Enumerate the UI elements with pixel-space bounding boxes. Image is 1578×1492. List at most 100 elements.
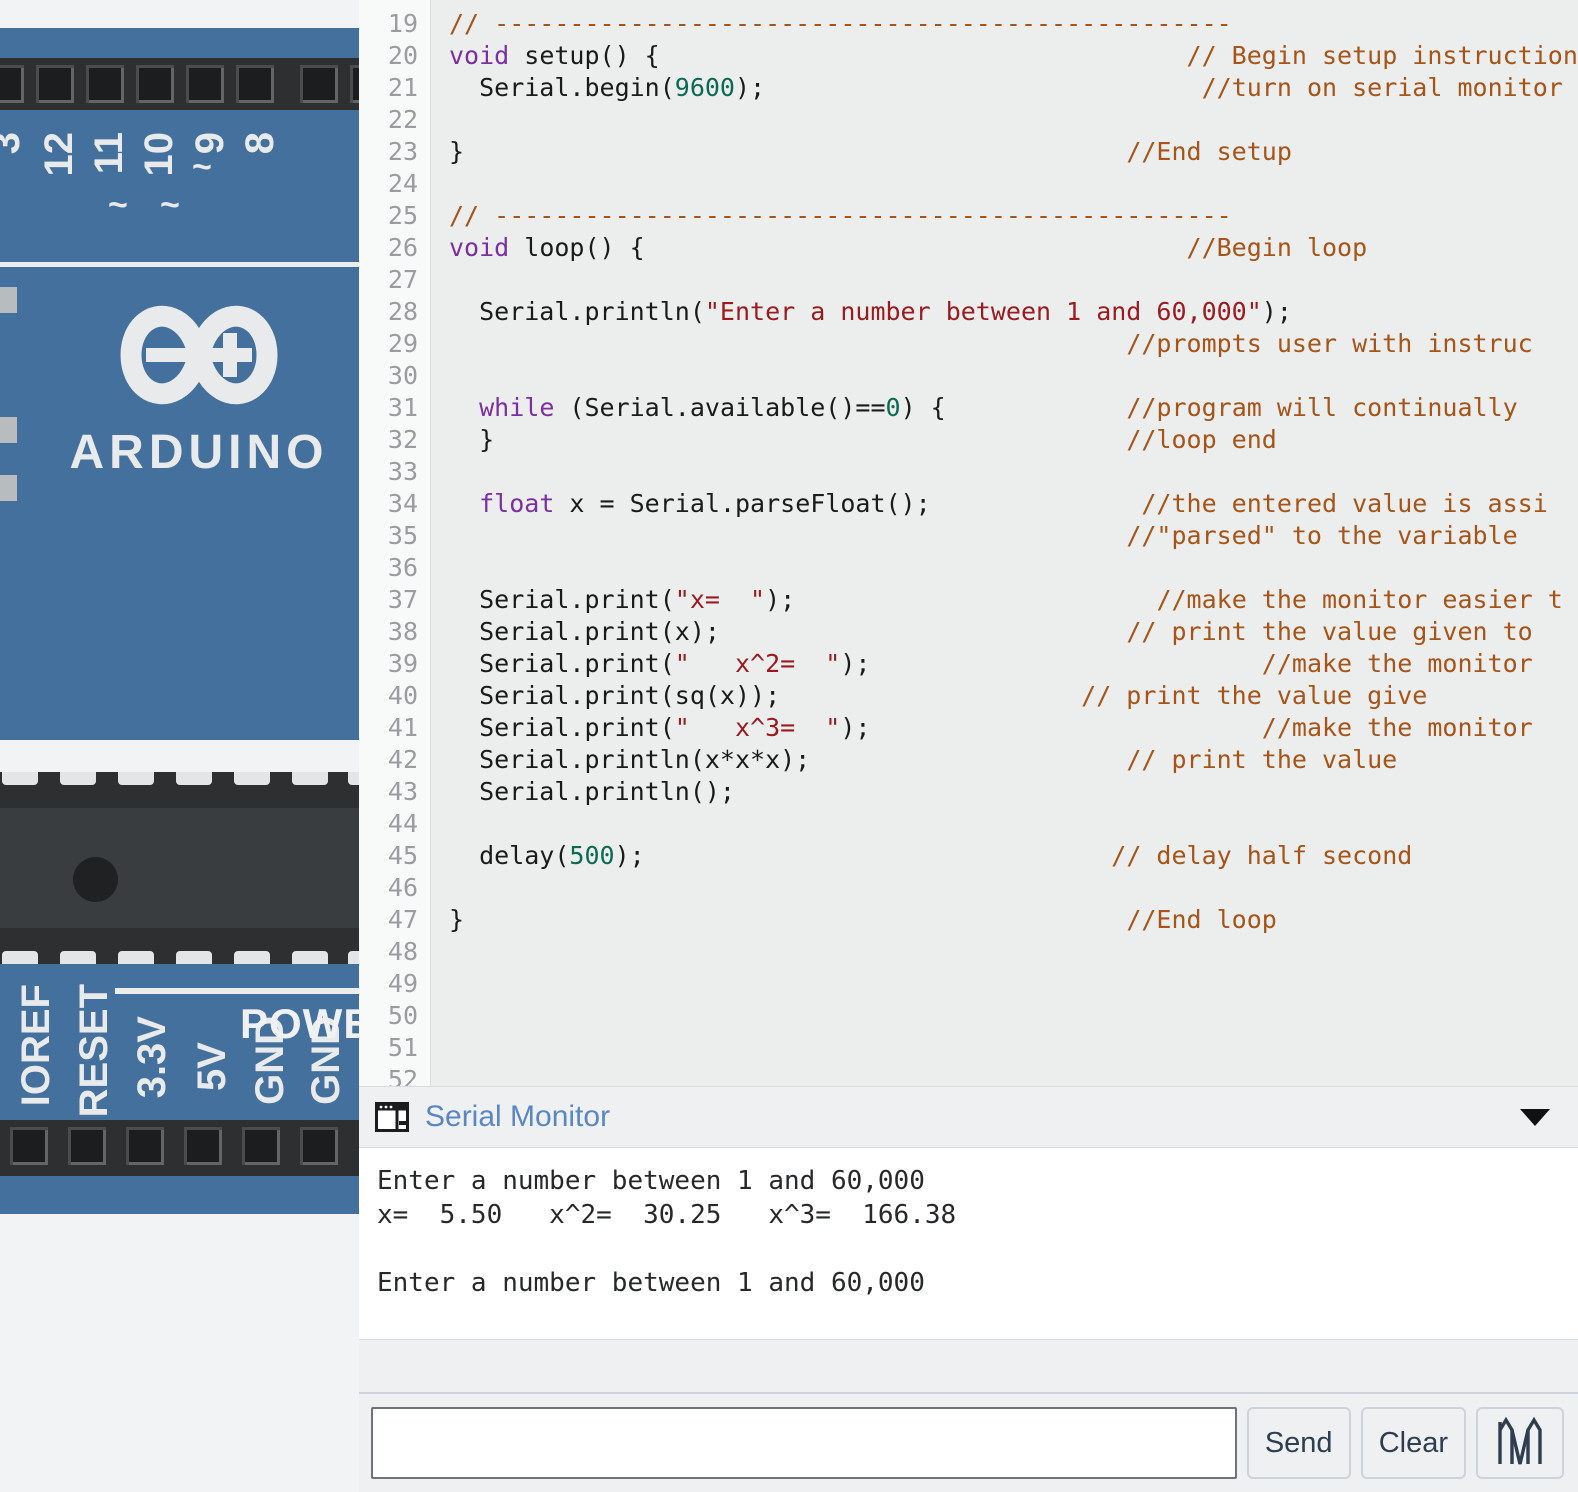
code-line[interactable]	[431, 264, 1578, 296]
pin-socket	[350, 65, 359, 103]
board-edge-pad	[0, 417, 17, 443]
code-token-kw: void	[449, 233, 510, 262]
code-line[interactable]	[431, 360, 1578, 392]
line-number: 28	[387, 297, 418, 326]
chip-pin	[2, 951, 38, 964]
arduino-wordmark: ARDUINO	[69, 426, 329, 479]
code-line[interactable]	[431, 936, 1578, 968]
code-line[interactable]: void loop() { //Begin loop	[431, 232, 1578, 264]
code-line[interactable]	[431, 104, 1578, 136]
serial-monitor-header[interactable]: Serial Monitor	[359, 1086, 1578, 1148]
code-line[interactable]: Serial.print(sq(x)); // print the value …	[431, 680, 1578, 712]
code-line[interactable]: Serial.println(x*x*x); // print the valu…	[431, 744, 1578, 776]
power-section-label: POWE	[240, 1000, 359, 1047]
line-number: 51	[387, 1033, 418, 1062]
line-number: 48	[387, 937, 418, 966]
code-line[interactable]: delay(500); // delay half second	[431, 840, 1578, 872]
code-token-kw: while	[479, 393, 555, 422]
code-token-cmt: //make the monitor easier t	[1156, 585, 1563, 614]
pin-socket	[186, 65, 224, 103]
chip-pin	[176, 772, 212, 785]
code-line[interactable]: //"parsed" to the variable	[431, 520, 1578, 552]
code-token-str: "Enter a number between 1 and 60,000"	[704, 297, 1262, 326]
code-line[interactable]	[431, 456, 1578, 488]
code-token-plain: Serial.println(	[449, 297, 705, 326]
code-token-cmt: //End loop	[1126, 905, 1277, 934]
code-token-plain: Serial.println(x*x*x);	[449, 745, 1127, 774]
pin-socket	[242, 1127, 280, 1165]
line-number: 37	[387, 585, 418, 614]
line-number: 34	[387, 489, 418, 518]
code-token-plain: loop() {	[509, 233, 1187, 262]
atmega-dip-chip	[0, 772, 359, 964]
code-line[interactable]: Serial.begin(9600); //turn on serial mon…	[431, 72, 1578, 104]
pin-socket	[300, 65, 338, 103]
clear-button[interactable]: Clear	[1360, 1407, 1466, 1479]
serial-monitor-inputbar: Send Clear	[359, 1392, 1578, 1492]
code-line[interactable]: } //loop end	[431, 424, 1578, 456]
chip-pin	[348, 951, 359, 964]
code-line[interactable]: // -------------------------------------…	[431, 8, 1578, 40]
code-line[interactable]	[431, 968, 1578, 1000]
code-line[interactable]: Serial.println("Enter a number between 1…	[431, 296, 1578, 328]
serial-plotter-button[interactable]	[1476, 1407, 1564, 1479]
code-line[interactable]: // -------------------------------------…	[431, 200, 1578, 232]
code-token-plain: );	[765, 585, 1157, 614]
code-line[interactable]: Serial.print("x= "); //make the monitor …	[431, 584, 1578, 616]
send-button[interactable]: Send	[1246, 1407, 1351, 1479]
code-line[interactable]	[431, 872, 1578, 904]
code-line[interactable]	[431, 168, 1578, 200]
line-number: 43	[387, 777, 418, 806]
line-number: 32	[387, 425, 418, 454]
serial-monitor-output: Enter a number between 1 and 60,000 x= 5.…	[359, 1148, 1578, 1339]
pin-socket	[36, 65, 74, 103]
code-line[interactable]	[431, 808, 1578, 840]
code-token-str: "x= "	[674, 585, 766, 614]
code-line[interactable]: float x = Serial.parseFloat(); //the ent…	[431, 488, 1578, 520]
serial-monitor-panel: Serial Monitor Enter a number between 1 …	[359, 1086, 1578, 1492]
serial-output-line	[377, 1232, 1560, 1266]
code-line[interactable]: Serial.print(" x^3= "); //make the monit…	[431, 712, 1578, 744]
arduino-ide-window: 3 12 11 10 9 8 ~ ~ ~ DIG ARDUINO	[0, 0, 1578, 1492]
chip-pin	[60, 772, 96, 785]
code-line[interactable]: void setup() { // Begin setup instructio…	[431, 40, 1578, 72]
code-token-cmt: //prompts user with instruc	[1126, 329, 1533, 358]
code-token-plain: Serial.println();	[449, 777, 735, 806]
power-pin-header	[0, 1120, 359, 1176]
code-token-cmt: // print the value give	[1081, 681, 1428, 710]
code-line[interactable]: } //End setup	[431, 136, 1578, 168]
power-pin-label-reset: RESET	[72, 984, 116, 1118]
power-pin-label-5v: 5V	[190, 1042, 234, 1091]
chip-orientation-dot-icon	[73, 857, 118, 902]
board-pcb-top	[0, 28, 359, 58]
code-line[interactable]: } //End loop	[431, 904, 1578, 936]
code-line[interactable]	[431, 1064, 1578, 1086]
board-pcb-digital-silkscreen: 3 12 11 10 9 8 ~ ~ ~ DIG	[0, 110, 359, 362]
code-line[interactable]: while (Serial.available()==0) { //progra…	[431, 392, 1578, 424]
code-editor[interactable]: 19 20 21 22 23 24 25 26 27 28 29 30 31 32 33 34 35 36 37 38…	[359, 0, 1578, 1086]
power-section-underline	[115, 988, 359, 994]
code-token-plain: setup() {	[509, 41, 1187, 70]
code-line[interactable]: Serial.print(x); // print the value give…	[431, 616, 1578, 648]
line-number: 25	[387, 201, 418, 230]
code-line[interactable]	[431, 1032, 1578, 1064]
line-number: 36	[387, 553, 418, 582]
code-line[interactable]: Serial.println();	[431, 776, 1578, 808]
code-line[interactable]: //prompts user with instruc	[431, 328, 1578, 360]
code-token-plain: );	[840, 649, 1262, 678]
chevron-down-icon[interactable]	[1520, 1108, 1550, 1126]
code-text-area[interactable]: // -------------------------------------…	[431, 0, 1578, 1086]
serial-output-line: x= 5.50 x^2= 30.25 x^3= 166.38	[377, 1200, 957, 1230]
code-line[interactable]: Serial.print(" x^2= "); //make the monit…	[431, 648, 1578, 680]
code-token-cmt: //program will continually	[1126, 393, 1533, 422]
pin-socket	[68, 1127, 106, 1165]
code-token-str: " x^2= "	[674, 649, 841, 678]
serial-output-line: Enter a number between 1 and 60,000	[377, 1268, 925, 1298]
code-line[interactable]	[431, 1000, 1578, 1032]
pwm-tilde-10-icon: ~	[160, 186, 180, 224]
serial-input-field[interactable]	[371, 1407, 1237, 1479]
arduino-infinity-logo-icon	[120, 305, 278, 405]
digital-pin-header-top	[0, 58, 359, 110]
code-line[interactable]	[431, 552, 1578, 584]
